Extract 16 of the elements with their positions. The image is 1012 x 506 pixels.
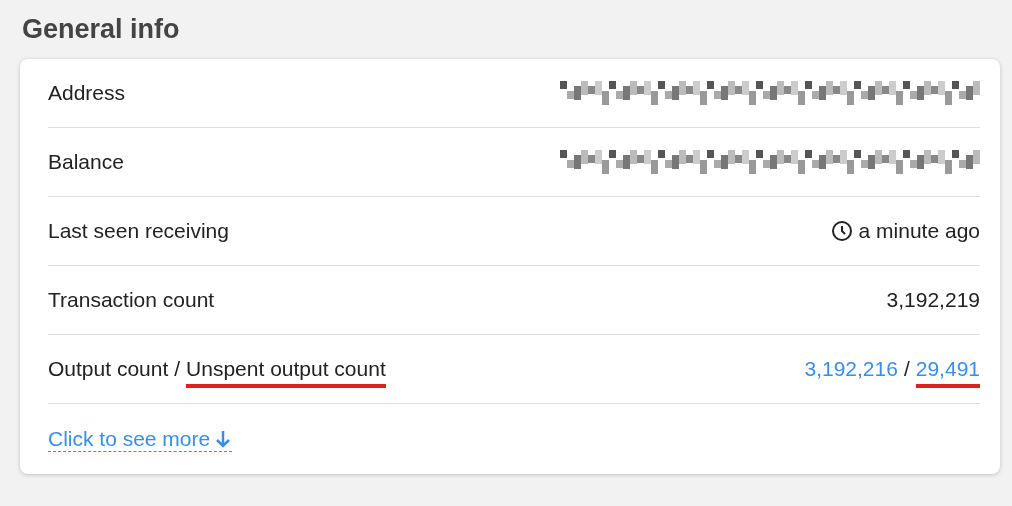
- section-title: General info: [22, 14, 181, 45]
- arrow-down-icon: [214, 428, 233, 449]
- row-label: Transaction count: [48, 288, 215, 313]
- row-label: Address: [48, 81, 126, 106]
- separator-text: /: [903, 357, 910, 382]
- row-label: Output count: [48, 357, 169, 382]
- row-label: Unspent output count: [186, 357, 386, 388]
- count-link[interactable]: 3,192,216: [804, 357, 898, 388]
- row-label: Balance: [48, 150, 124, 175]
- row-label: Last seen receiving: [48, 219, 229, 244]
- value-text: 3,192,219: [886, 288, 980, 313]
- see-more-link[interactable]: Click to see more: [48, 426, 233, 452]
- time-text: a minute ago: [858, 219, 980, 244]
- clock-icon: [830, 220, 853, 242]
- row-label: /: [174, 357, 181, 382]
- count-link[interactable]: 29,491: [915, 357, 980, 388]
